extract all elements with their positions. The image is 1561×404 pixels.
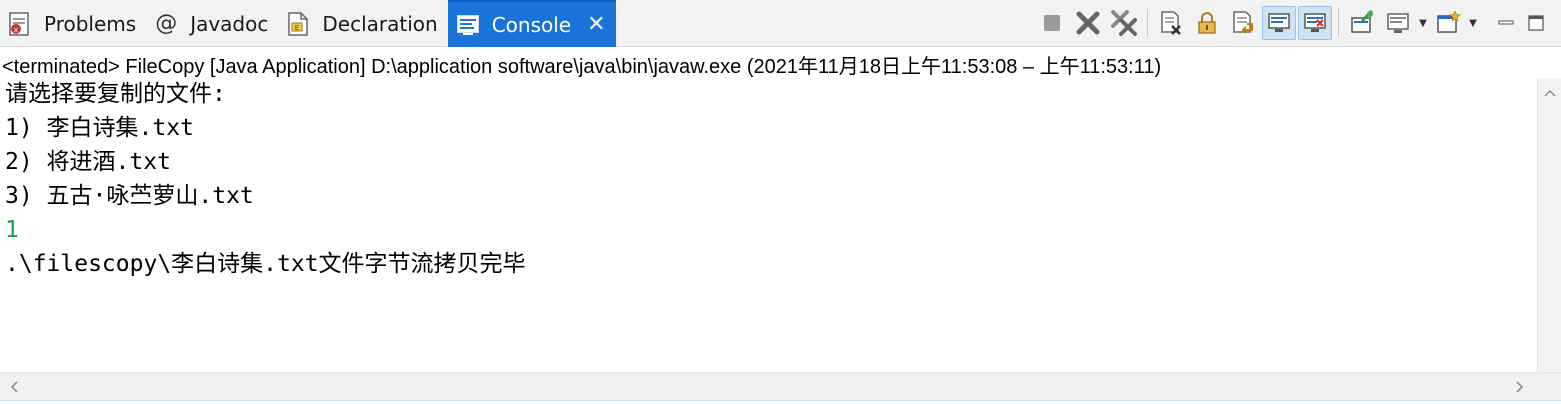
- console-output-line: 请选择要复制的文件:: [5, 81, 226, 107]
- console-output-line: 3) 五古·咏苎萝山.txt: [5, 183, 254, 209]
- clear-console-icon: [1161, 11, 1181, 35]
- tab-label: Declaration: [322, 11, 438, 36]
- console-view: x Problems @ Javadoc E Declaration Conso…: [0, 0, 1561, 404]
- show-on-stdout-icon: [1268, 13, 1290, 32]
- pin-console-icon: [1351, 10, 1373, 33]
- pin-console-button[interactable]: [1345, 6, 1379, 40]
- terminate-icon: [1044, 15, 1060, 31]
- svg-text:E: E: [295, 24, 299, 32]
- toolbar-separator: [1338, 9, 1339, 37]
- tab-declaration[interactable]: E Declaration: [278, 0, 447, 47]
- at-sign-icon: @: [155, 11, 178, 36]
- show-on-stderr-icon: [1304, 13, 1326, 32]
- close-icon[interactable]: ✕: [587, 13, 605, 36]
- remove-all-terminated-icon: [1111, 10, 1137, 36]
- declaration-icon: E: [284, 10, 312, 38]
- word-wrap-button[interactable]: [1226, 6, 1260, 40]
- minimize-button[interactable]: [1491, 6, 1521, 40]
- vertical-scrollbar[interactable]: [1537, 78, 1561, 372]
- word-wrap-icon: [1233, 11, 1253, 34]
- scroll-left-button[interactable]: [2, 373, 26, 401]
- chevron-down-icon: ▼: [1419, 17, 1427, 29]
- chevron-left-icon: [10, 381, 18, 393]
- open-console-dropdown[interactable]: ▼: [1466, 6, 1480, 40]
- maximize-icon: [1528, 15, 1544, 31]
- terminate-button[interactable]: [1035, 6, 1069, 40]
- remove-launch-icon: [1076, 11, 1100, 35]
- open-console-icon: [1437, 10, 1461, 33]
- toolbar-separator: [1485, 9, 1486, 37]
- console-process-status: <terminated> FileCopy [Java Application]…: [2, 56, 1162, 78]
- console-toolbar: ▼ ▼: [1034, 3, 1551, 43]
- tab-label: Problems: [44, 11, 137, 36]
- chevron-up-icon: [1544, 89, 1556, 97]
- tab-label: Console: [491, 12, 572, 37]
- console-output-area[interactable]: 请选择要复制的文件: 1) 李白诗集.txt 2) 将进酒.txt 3) 五古·…: [0, 78, 1537, 372]
- scroll-lock-icon: [1198, 12, 1216, 34]
- tab-console[interactable]: Console ✕: [447, 0, 616, 47]
- show-on-stdout-button[interactable]: [1262, 6, 1296, 40]
- console-output-line: .\filescopy\李白诗集.txt文件字节流拷贝完毕: [5, 251, 526, 277]
- display-selected-console-icon: [1387, 13, 1409, 33]
- tab-label: Javadoc: [190, 11, 269, 36]
- clear-console-button[interactable]: [1154, 6, 1188, 40]
- remove-all-terminated-button[interactable]: [1107, 6, 1141, 40]
- console-input-line: 1: [5, 217, 19, 243]
- maximize-button[interactable]: [1521, 6, 1551, 40]
- open-console-button[interactable]: [1431, 6, 1465, 40]
- show-on-stderr-button[interactable]: [1298, 6, 1332, 40]
- chevron-down-icon: ▼: [1469, 17, 1477, 29]
- scroll-lock-button[interactable]: [1190, 6, 1224, 40]
- chevron-right-icon: [1516, 381, 1524, 393]
- view-bottom-border: [0, 400, 1561, 404]
- console-output-line: 2) 将进酒.txt: [5, 149, 171, 175]
- toolbar-separator: [1147, 9, 1148, 37]
- remove-launch-button[interactable]: [1071, 6, 1105, 40]
- console-icon: [454, 11, 482, 39]
- scroll-right-button[interactable]: [1508, 373, 1532, 401]
- tab-javadoc[interactable]: @ Javadoc: [146, 0, 278, 47]
- horizontal-scrollbar[interactable]: [0, 372, 1561, 400]
- display-console-dropdown[interactable]: ▼: [1416, 6, 1430, 40]
- minimize-icon: [1498, 20, 1514, 25]
- svg-text:x: x: [14, 25, 19, 34]
- display-selected-console-button[interactable]: [1381, 6, 1415, 40]
- console-output-line: 1) 李白诗集.txt: [5, 115, 194, 141]
- tab-problems[interactable]: x Problems: [0, 0, 146, 47]
- problems-icon: x: [6, 10, 34, 38]
- scroll-up-button[interactable]: [1538, 78, 1561, 108]
